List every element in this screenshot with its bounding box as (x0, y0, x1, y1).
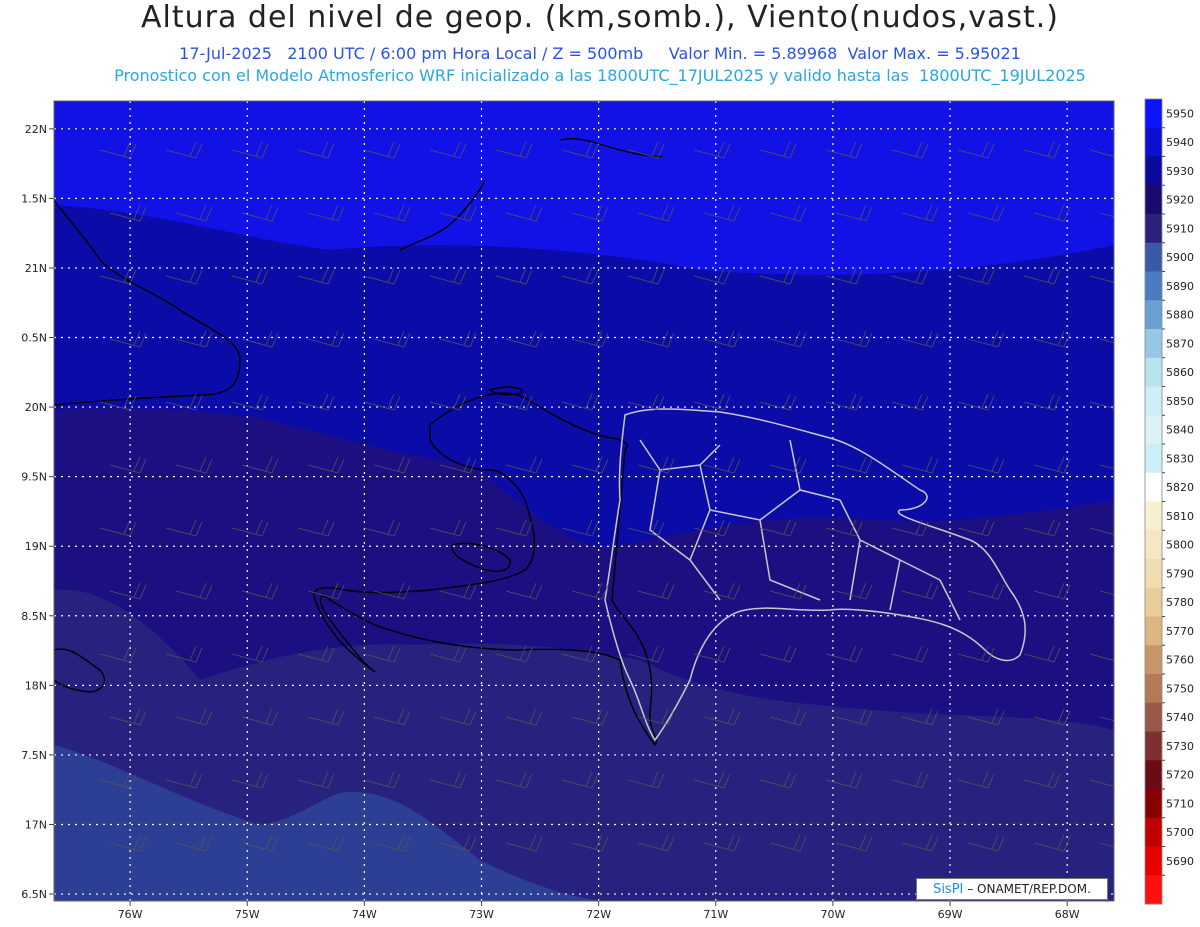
y-tick-label: 7.5N (21, 749, 47, 762)
y-tick-label: 22N (25, 123, 47, 136)
colorbar-swatch (1145, 444, 1162, 474)
x-tick-label: 72W (586, 908, 611, 921)
y-tick-label: 19N (25, 540, 47, 553)
colorbar-swatch (1145, 357, 1162, 387)
colorbar-label: 5760 (1166, 654, 1194, 667)
colorbar-swatch (1145, 156, 1162, 186)
colorbar-label: 5850 (1166, 395, 1194, 408)
colorbar-label: 5840 (1166, 424, 1194, 437)
y-tick-label: 1.5N (21, 192, 47, 205)
colorbar-swatch (1145, 875, 1162, 905)
credit-label: SisPI – ONAMET/REP.DOM. (916, 878, 1108, 900)
colorbar-label: 5920 (1166, 194, 1194, 207)
colorbar-swatch (1145, 616, 1162, 646)
colorbar-swatch (1145, 271, 1162, 301)
colorbar: 5950 5940 5930 5920 5910 5900 5890 5880 5870 5860… (1144, 98, 1194, 905)
colorbar-label: 5950 (1166, 107, 1194, 120)
colorbar-swatch (1145, 472, 1162, 502)
colorbar-swatch (1145, 127, 1162, 157)
colorbar-label: 5820 (1166, 481, 1194, 494)
colorbar-label: 5940 (1166, 136, 1194, 149)
colorbar-label: 5690 (1166, 855, 1194, 868)
colorbar-label: 5900 (1166, 251, 1194, 264)
colorbar-swatch (1145, 731, 1162, 761)
colorbar-swatch (1145, 587, 1162, 617)
x-tick-label: 76W (118, 908, 143, 921)
colorbar-label: 5800 (1166, 539, 1194, 552)
colorbar-swatch (1145, 185, 1162, 215)
sispi-logo: SisPI (933, 882, 964, 897)
colorbar-swatch (1145, 817, 1162, 847)
y-tick-label: 0.5N (21, 332, 47, 345)
colorbar-label: 5870 (1166, 337, 1194, 350)
credit-text: – ONAMET/REP.DOM. (967, 882, 1091, 896)
colorbar-swatch (1145, 300, 1162, 330)
shaded-height-field (54, 101, 1114, 901)
x-tick-label: 73W (469, 908, 494, 921)
y-tick-label: 18N (25, 679, 47, 692)
colorbar-label: 5740 (1166, 711, 1194, 724)
colorbar-label: 5750 (1166, 682, 1194, 695)
colorbar-label: 5710 (1166, 797, 1194, 810)
y-tick-label: 20N (25, 401, 47, 414)
colorbar-swatch (1145, 501, 1162, 531)
x-tick-label: 68W (1055, 908, 1080, 921)
colorbar-swatch (1145, 674, 1162, 704)
x-tick-label: 69W (938, 908, 963, 921)
colorbar-label: 5810 (1166, 510, 1194, 523)
y-tick-label: 17N (25, 818, 47, 831)
colorbar-swatch (1145, 789, 1162, 819)
colorbar-label: 5780 (1166, 596, 1194, 609)
colorbar-label: 5930 (1166, 165, 1194, 178)
colorbar-label: 5860 (1166, 366, 1194, 379)
latitude-axis: 22N 1.5N 21N 0.5N 20N 9.5N 19N 8.5N 18N 7.5N 17N 6.… (21, 123, 54, 901)
colorbar-swatch (1145, 702, 1162, 732)
colorbar-label: 5880 (1166, 309, 1194, 322)
colorbar-label: 5730 (1166, 740, 1194, 753)
colorbar-swatch (1145, 214, 1162, 244)
y-tick-label: 9.5N (21, 471, 47, 484)
geopotential-map: 22N 1.5N 21N 0.5N 20N 9.5N 19N 8.5N 18N 7.5N 17N 6.… (21, 98, 1194, 921)
colorbar-swatch (1145, 846, 1162, 876)
colorbar-label: 5790 (1166, 567, 1194, 580)
y-tick-label: 21N (25, 262, 47, 275)
colorbar-swatch (1145, 329, 1162, 359)
colorbar-label: 5770 (1166, 625, 1194, 638)
colorbar-label: 5830 (1166, 452, 1194, 465)
colorbar-swatch (1145, 415, 1162, 445)
colorbar-swatch (1145, 242, 1162, 272)
y-tick-label: 6.5N (21, 888, 47, 901)
colorbar-label: 5910 (1166, 222, 1194, 235)
colorbar-swatch (1145, 99, 1162, 129)
colorbar-swatch (1145, 645, 1162, 675)
colorbar-label: 5700 (1166, 826, 1194, 839)
colorbar-swatch (1145, 530, 1162, 560)
colorbar-swatch (1145, 760, 1162, 790)
longitude-axis: 76W 75W 74W 73W 72W 71W 70W 69W 68W (118, 901, 1080, 921)
x-tick-label: 70W (820, 908, 845, 921)
colorbar-swatch (1145, 386, 1162, 416)
x-tick-label: 74W (352, 908, 377, 921)
x-tick-label: 75W (235, 908, 260, 921)
colorbar-label: 5890 (1166, 280, 1194, 293)
x-tick-label: 71W (703, 908, 728, 921)
y-tick-label: 8.5N (21, 610, 47, 623)
colorbar-label: 5720 (1166, 769, 1194, 782)
colorbar-swatch (1145, 559, 1162, 589)
